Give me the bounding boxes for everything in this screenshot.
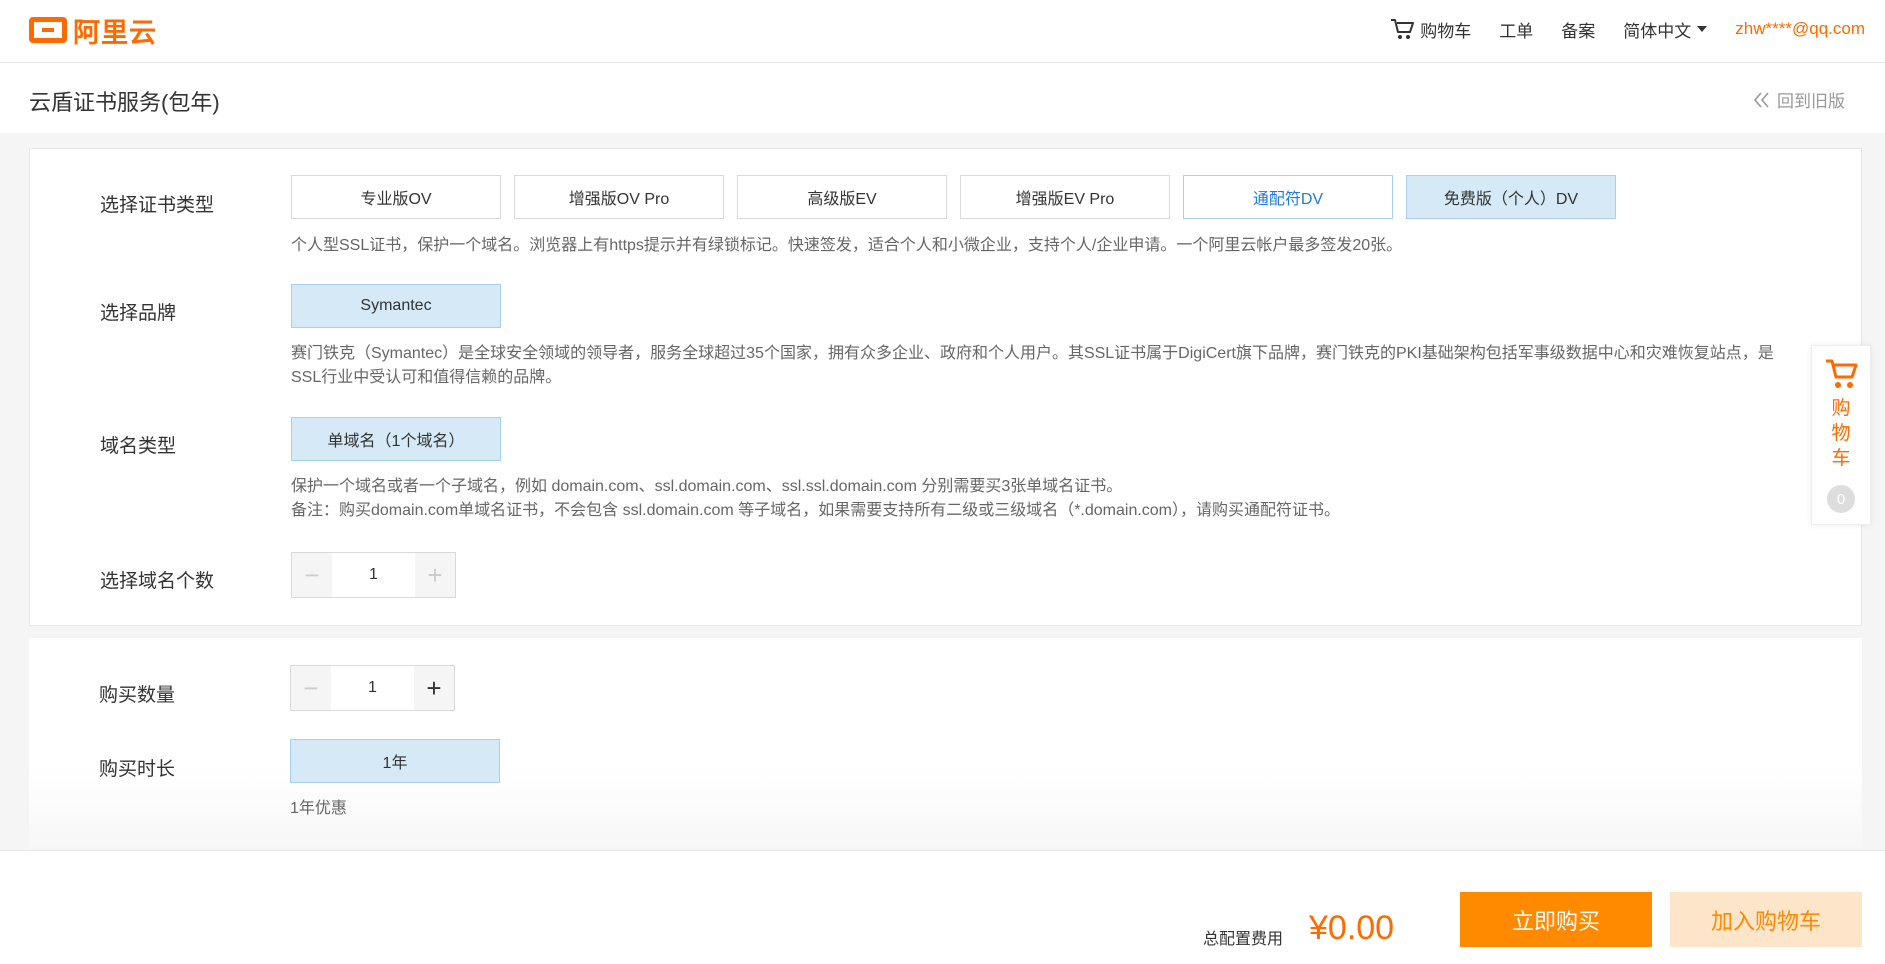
total-cost-value: ¥0.00 — [1309, 909, 1395, 947]
cert-type-option-ev-pro[interactable]: 增强版EV Pro — [960, 175, 1170, 219]
floating-cart-label: 购物车 — [1831, 398, 1851, 469]
total-cost-label: 总配置费用 — [1203, 931, 1284, 948]
title-bar: 云盾证书服务(包年) 回到旧版 — [0, 63, 1885, 133]
nav-ticket[interactable]: 工单 — [1499, 17, 1533, 42]
brand-description-line2: SSL行业中受认可和值得信赖的品牌。 — [291, 369, 562, 386]
buy-now-button[interactable]: 立即购买 — [1460, 892, 1652, 947]
duration-note: 1年优惠 — [290, 800, 347, 817]
quantity-value[interactable]: 1 — [331, 666, 414, 710]
domain-type-description-line2: 备注：购买domain.com单域名证书，不会包含 ssl.domain.com… — [291, 502, 1341, 519]
order-footer: 总配置费用 ¥0.00 立即购买 加入购物车 — [0, 850, 1885, 964]
domain-count-label: 选择域名个数 — [100, 571, 215, 592]
language-selector[interactable]: 简体中文 — [1623, 17, 1708, 42]
double-chevron-left-icon — [1753, 91, 1769, 108]
add-to-cart-button[interactable]: 加入购物车 — [1670, 892, 1862, 947]
brand-option-symantec[interactable]: Symantec — [291, 284, 501, 328]
nav-cart[interactable]: 购物车 — [1390, 17, 1471, 42]
cert-type-option-ev[interactable]: 高级版EV — [737, 175, 947, 219]
floating-cart[interactable]: 购物车 0 — [1811, 345, 1871, 525]
purchase-panel: 购买数量 − 1 + 购买时长 1年 1年优惠 — [29, 638, 1862, 850]
cert-type-description: 个人型SSL证书，保护一个域名。浏览器上有https提示并有绿锁标记。快速签发，… — [291, 237, 1403, 254]
domain-type-description-line1: 保护一个域名或者一个子域名，例如 domain.com、ssl.domain.c… — [291, 478, 1123, 495]
duration-option-1-year[interactable]: 1年 — [290, 739, 500, 783]
nav-cart-label: 购物车 — [1420, 21, 1472, 41]
brand-label: 选择品牌 — [100, 303, 177, 324]
top-navbar: 阿里云 购物车 工单 备案 简体中文 zhw****@qq.com — [0, 0, 1885, 63]
domain-count-value[interactable]: 1 — [332, 553, 415, 597]
cert-config-panel: 选择证书类型 专业版OV 增强版OV Pro 高级版EV 增强版EV Pro 通… — [29, 148, 1862, 626]
caret-down-icon — [1697, 26, 1708, 32]
quantity-stepper: − 1 + — [290, 665, 455, 711]
quantity-decrement-button[interactable]: − — [291, 666, 331, 710]
aliyun-logo-icon — [29, 17, 67, 43]
user-account[interactable]: zhw****@qq.com — [1735, 19, 1865, 39]
cert-type-label: 选择证书类型 — [100, 195, 215, 216]
quantity-increment-button[interactable]: + — [414, 666, 454, 710]
cart-icon — [1391, 19, 1415, 39]
domain-type-label: 域名类型 — [100, 436, 177, 457]
floating-cart-count-badge: 0 — [1827, 485, 1855, 513]
cert-type-option-free-dv[interactable]: 免费版（个人）DV — [1406, 175, 1616, 219]
domain-count-decrement-button[interactable]: − — [292, 553, 332, 597]
domain-count-stepper: − 1 + — [291, 552, 456, 598]
back-to-old-version-link[interactable]: 回到旧版 — [1753, 87, 1845, 112]
cert-type-option-ov[interactable]: 专业版OV — [291, 175, 501, 219]
quantity-label: 购买数量 — [99, 685, 176, 706]
aliyun-logo[interactable]: 阿里云 — [29, 12, 157, 48]
cart-icon — [1826, 359, 1858, 388]
nav-filing[interactable]: 备案 — [1561, 17, 1595, 42]
domain-type-option-single[interactable]: 单域名（1个域名） — [291, 417, 501, 461]
duration-label: 购买时长 — [99, 759, 176, 780]
page-title: 云盾证书服务(包年) — [29, 90, 220, 115]
cert-type-option-wildcard-dv[interactable]: 通配符DV — [1183, 175, 1393, 219]
back-old-label: 回到旧版 — [1777, 92, 1845, 111]
brand-description-line1: 赛门铁克（Symantec）是全球安全领域的领导者，服务全球超过35个国家，拥有… — [291, 345, 1774, 362]
top-nav: 购物车 工单 备案 简体中文 zhw****@qq.com — [1362, 0, 1865, 58]
domain-count-increment-button[interactable]: + — [415, 553, 455, 597]
cert-type-option-ov-pro[interactable]: 增强版OV Pro — [514, 175, 724, 219]
logo-text: 阿里云 — [73, 17, 157, 48]
language-label: 简体中文 — [1623, 21, 1692, 41]
